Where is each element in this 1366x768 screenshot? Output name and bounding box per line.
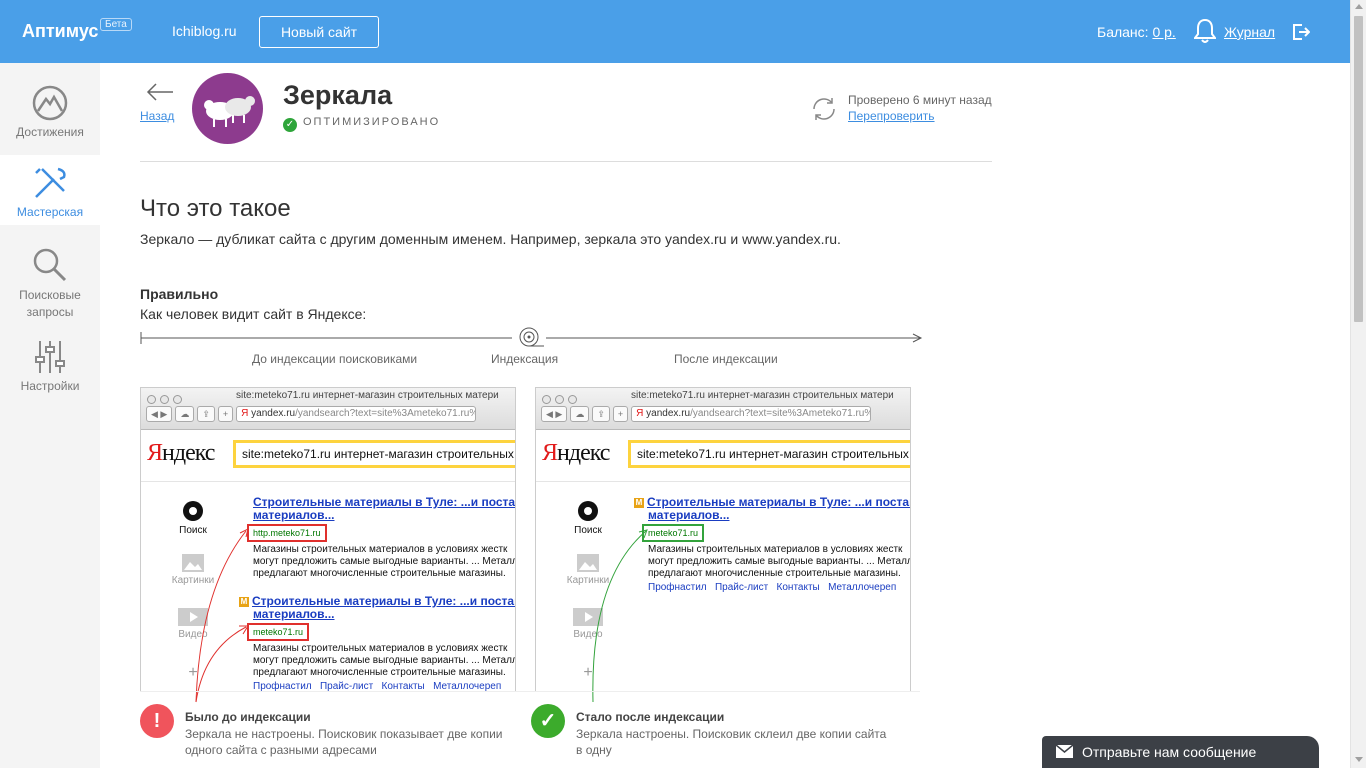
recheck-link[interactable]: Перепроверить: [848, 109, 935, 123]
divider: [140, 161, 992, 162]
yandex-search-field: site:meteko71.ru интернет-магазин строит…: [233, 440, 515, 468]
alert-icon: !: [140, 704, 174, 738]
yandex-logo: Яндекс: [147, 440, 215, 466]
site-selector[interactable]: Ichiblog.ru: [172, 23, 237, 39]
status-text: ОПТИМИЗИРОВАНО: [303, 116, 441, 128]
sidebar-item-label: Достижения: [16, 125, 84, 139]
sidebar: Достижения Мастерская Поисковые запросы …: [0, 63, 100, 768]
browser-title: site:meteko71.ru интернет-магазин строит…: [236, 390, 499, 401]
scroll-up-icon[interactable]: [1355, 4, 1363, 9]
checked-time: Проверено 6 минут назад: [848, 93, 992, 107]
sidebar-item-label: Настройки: [20, 379, 80, 393]
browser-toolbar: site:meteko71.ru интернет-магазин строит…: [536, 388, 910, 430]
note-before-text: Зеркала не настроены. Поисковик показыва…: [185, 727, 503, 757]
sidebar-item-workshop[interactable]: Мастерская: [0, 155, 100, 225]
search-icon: [33, 248, 67, 282]
back-link[interactable]: Назад: [140, 109, 174, 123]
mountain-icon: [32, 85, 68, 121]
cloud-icon: ☁: [570, 406, 590, 422]
url-bar: Я yandex.ru/yandsearch?text=site%3Ametek…: [631, 406, 872, 422]
timeline-during-label: Индексация: [491, 352, 559, 366]
logout-icon[interactable]: [1292, 23, 1311, 46]
correct-subheading: Как человек видит сайт в Яндексе:: [140, 306, 367, 322]
journal-link[interactable]: Журнал: [1224, 24, 1275, 40]
avatar: [192, 73, 263, 144]
sliders-icon: [35, 341, 65, 373]
timeline-before-label: До индексации поисковиками: [252, 352, 418, 366]
cloud-icon: ☁: [175, 406, 195, 422]
sidebar-item-queries[interactable]: Поисковые запросы: [0, 247, 100, 327]
balance-label: Баланс:: [1097, 24, 1149, 40]
page-scrollbar[interactable]: [1350, 0, 1366, 768]
beta-badge: Бета: [100, 18, 132, 31]
scroll-down-icon[interactable]: [1355, 757, 1363, 762]
balance-value[interactable]: 0 р.: [1152, 24, 1175, 40]
scroll-thumb[interactable]: [1354, 16, 1363, 322]
note-before-title: Было до индексации: [185, 710, 311, 724]
section-description: Зеркало — дубликат сайта с другим доменн…: [140, 231, 841, 247]
check-circle-icon: ✓: [531, 704, 565, 738]
share-icon: ⇪: [197, 406, 215, 422]
share-icon: ⇪: [592, 406, 610, 422]
refresh-icon[interactable]: [810, 95, 838, 123]
top-bar: Аптимус Бета Ichiblog.ru Новый сайт Бала…: [0, 0, 1350, 63]
note-after-text: Зеркала настроены. Поисковик склеил две …: [576, 727, 887, 757]
before-arrows: [195, 528, 249, 703]
tools-icon: [35, 167, 66, 198]
back-arrow-icon[interactable]: [146, 83, 174, 101]
section-heading: Что это такое: [140, 195, 291, 222]
correct-heading: Правильно: [140, 286, 219, 302]
sheep-icon: [204, 96, 255, 127]
url-bar: Я yandex.ru/yandsearch?text=site%3Ametek…: [236, 406, 477, 422]
balance[interactable]: Баланс: 0 р.: [1097, 24, 1176, 40]
chat-widget[interactable]: Отправьте нам сообщение: [1042, 736, 1319, 768]
chat-label: Отправьте нам сообщение: [1082, 744, 1257, 760]
new-site-button[interactable]: Новый сайт: [259, 16, 379, 48]
page-title: Зеркала: [283, 80, 393, 110]
envelope-icon: [1056, 745, 1073, 758]
timeline-after-label: После индексации: [674, 352, 778, 366]
nav-arrows-icon: ◀ ▶: [541, 406, 568, 422]
browser-toolbar: site:meteko71.ru интернет-магазин строит…: [141, 388, 515, 430]
after-arrow: [592, 529, 648, 703]
plus-icon: +: [217, 406, 234, 422]
bell-icon[interactable]: [1193, 18, 1217, 49]
sidebar-item-label: Поисковые запросы: [19, 288, 81, 319]
nav-arrows-icon: ◀ ▶: [146, 406, 173, 422]
sidebar-item-achievements[interactable]: Достижения: [0, 85, 100, 145]
app-logo[interactable]: Аптимус: [22, 21, 98, 42]
status-badge: ✓ ОПТИМИЗИРОВАНО: [283, 116, 440, 132]
note-after-title: Стало после индексации: [576, 710, 725, 724]
browser-title: site:meteko71.ru интернет-магазин строит…: [631, 390, 894, 401]
plus-icon: +: [612, 406, 629, 422]
sidebar-item-label: Мастерская: [16, 205, 84, 219]
yandex-search-field: site:meteko71.ru интернет-магазин строит…: [628, 440, 910, 468]
sidebar-item-settings[interactable]: Настройки: [0, 339, 100, 399]
check-icon: ✓: [283, 118, 297, 132]
yandex-logo: Яндекс: [542, 440, 610, 466]
